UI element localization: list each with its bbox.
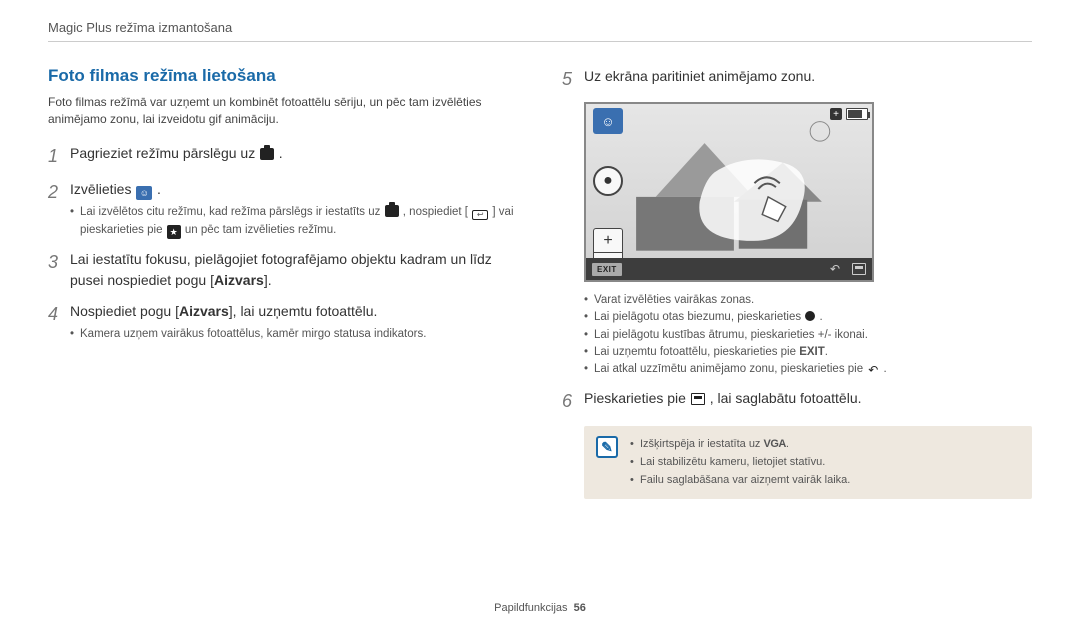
scr-save-icon [852, 263, 866, 275]
left-column: Foto filmas režīma lietošana Foto filmas… [48, 66, 518, 499]
step-number: 2 [48, 179, 70, 240]
photo-movie-mode-icon: ☺ [136, 186, 152, 200]
camera-screen-illustration: ☺ ● + − + EXIT ↶ [584, 102, 874, 282]
sub-bullet: Lai izvēlētos citu režīmu, kad režīma pā… [70, 204, 518, 239]
note-item: Lai stabilizētu kameru, lietojiet statīv… [630, 454, 850, 472]
section-title: Foto filmas režīma lietošana [48, 66, 518, 86]
step-number: 5 [562, 66, 584, 92]
sub-bullet: Lai pielāgotu kustības ātrumu, pieskarie… [584, 327, 1032, 344]
mode-dial-icon [260, 148, 274, 160]
mode-menu-icon: ★ [167, 225, 181, 239]
step-number: 4 [48, 301, 70, 343]
note-item: Izšķirtspēja ir iestatīta uz VGA. [630, 436, 850, 454]
save-icon [691, 393, 705, 405]
sub-bullet: Lai atkal uzzīmētu animējamo zonu, piesk… [584, 361, 1032, 378]
note-icon: ✎ [596, 436, 618, 458]
breadcrumb: Magic Plus režīma izmantošana [48, 20, 1032, 42]
brush-dot-icon [805, 311, 815, 321]
sub-bullet: Kamera uzņem vairākus fotoattēlus, kamēr… [70, 326, 518, 343]
mode-dial-icon [385, 205, 399, 217]
step-text-suffix: . [157, 181, 161, 197]
step-number: 6 [562, 388, 584, 414]
note-box: ✎ Izšķirtspēja ir iestatīta uz VGA. Lai … [584, 426, 1032, 499]
note-item: Failu saglabāšana var aizņemt vairāk lai… [630, 472, 850, 490]
scr-brush-icon: ● [593, 166, 623, 196]
scr-exit-button: EXIT [592, 263, 622, 276]
step-text: Uz ekrāna paritiniet animējamo zonu. [584, 68, 815, 84]
step-text: Nospiediet pogu [Aizvars], lai uzņemtu f… [70, 303, 377, 319]
step-text: Pagrieziet režīmu pārslēgu uz [70, 145, 259, 161]
step-text-suffix: . [279, 145, 283, 161]
right-column: 5 Uz ekrāna paritiniet animējamo zonu. [562, 66, 1032, 499]
sub-bullet: Lai uzņemtu fotoattēlu, pieskarieties pi… [584, 344, 1032, 361]
step-number: 1 [48, 143, 70, 169]
scr-status-icon: + [830, 108, 842, 120]
back-key-icon: ↩ [472, 210, 488, 220]
intro-text: Foto filmas režīmā var uzņemt un kombinē… [48, 94, 518, 129]
step-number: 3 [48, 249, 70, 291]
scr-plus-button: + [593, 228, 623, 252]
step-text: Pieskarieties pie , lai saglabātu fotoat… [584, 390, 862, 406]
undo-icon: ↶ [867, 364, 879, 376]
sub-bullet: Varat izvēlēties vairākas zonas. [584, 292, 1032, 309]
page-footer: Papildfunkcijas 56 [0, 602, 1080, 614]
scr-undo-icon: ↶ [829, 263, 841, 275]
scr-battery-icon [846, 108, 868, 120]
step-text: Izvēlieties [70, 181, 135, 197]
sub-bullet: Lai pielāgotu otas biezumu, pieskarietie… [584, 309, 1032, 326]
step-text: Lai iestatītu fokusu, pielāgojiet fotogr… [70, 251, 492, 288]
scr-mode-icon: ☺ [593, 108, 623, 134]
